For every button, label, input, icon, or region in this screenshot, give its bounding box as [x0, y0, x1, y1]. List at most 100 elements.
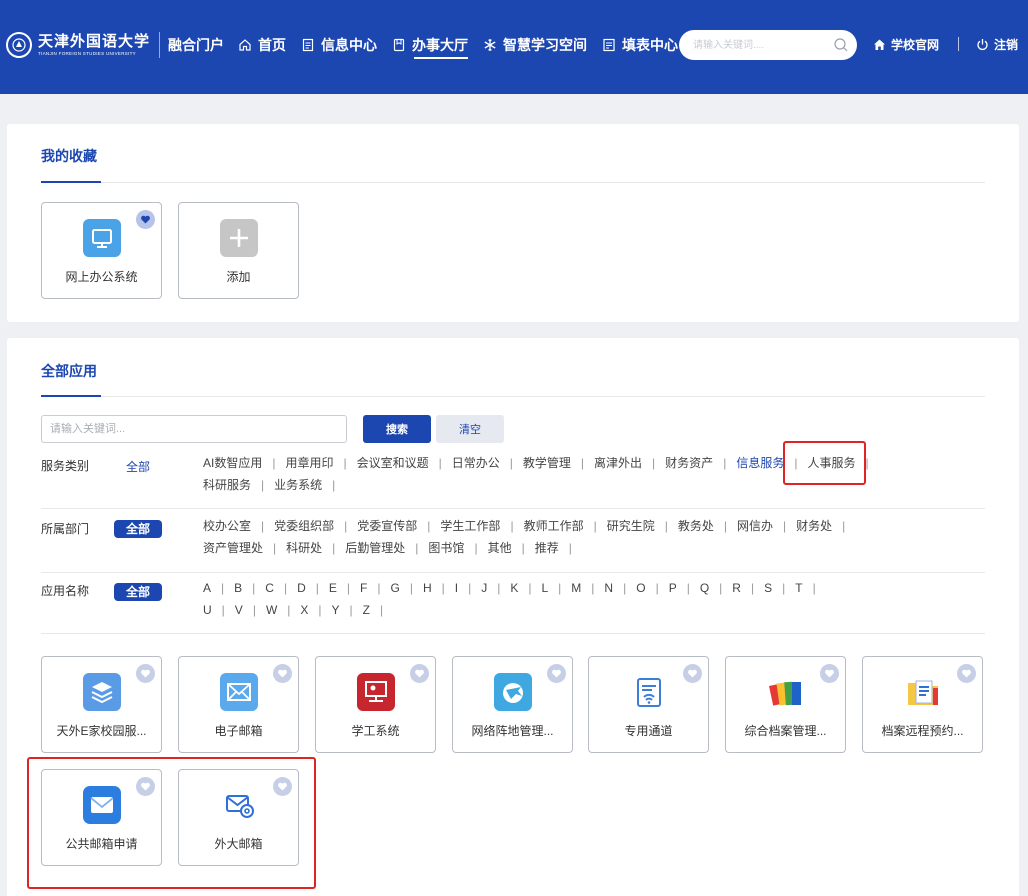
letter-option[interactable]: S	[764, 577, 795, 599]
favorite-heart-icon[interactable]	[410, 664, 429, 683]
app-tile[interactable]: 档案远程预约...	[862, 656, 983, 753]
letter-option[interactable]: J	[481, 577, 510, 599]
app-tile[interactable]: 学工系统	[315, 656, 436, 753]
keyword-search-input[interactable]	[41, 415, 347, 443]
favorite-heart-icon[interactable]	[273, 777, 292, 796]
filter-option[interactable]: 资产管理处	[203, 537, 286, 559]
mail-at-icon	[220, 786, 258, 824]
filter-option[interactable]: 业务系统	[274, 474, 345, 496]
letter-option[interactable]: T	[795, 577, 825, 599]
letter-option[interactable]: B	[234, 577, 265, 599]
letter-option[interactable]: R	[732, 577, 764, 599]
nav-home[interactable]: 首页	[238, 0, 286, 90]
filter-option[interactable]: 学生工作部	[440, 515, 523, 537]
filter-option[interactable]: 离津外出	[594, 452, 665, 474]
letter-option[interactable]: G	[390, 577, 422, 599]
nav-form-center[interactable]: 填表中心	[602, 0, 678, 90]
filter-option[interactable]: 科研服务	[203, 474, 274, 496]
filter-option[interactable]: 研究生院	[607, 515, 678, 537]
filter-option[interactable]: 推荐	[535, 537, 582, 559]
letter-option[interactable]: I	[455, 577, 481, 599]
letter-option[interactable]: A	[203, 577, 234, 599]
house-icon	[874, 39, 885, 50]
letter-option[interactable]: N	[604, 577, 636, 599]
fav-app-online-office[interactable]: 网上办公系统	[41, 202, 162, 299]
clear-button[interactable]: 清空	[436, 415, 504, 443]
letter-option[interactable]: Q	[700, 577, 732, 599]
letter-option[interactable]: C	[265, 577, 297, 599]
header-search-input[interactable]	[693, 37, 823, 53]
header-separator	[958, 37, 959, 51]
letter-option[interactable]: H	[423, 577, 455, 599]
power-icon	[977, 39, 988, 51]
app-tile[interactable]: 网络阵地管理...	[452, 656, 573, 753]
app-tile[interactable]: 专用通道	[588, 656, 709, 753]
filter-option[interactable]: 教学管理	[523, 452, 594, 474]
app-name: 专用通道	[624, 724, 673, 738]
filter-option[interactable]: 教务处	[678, 515, 737, 537]
filter-label-department: 所属部门	[41, 522, 90, 536]
favorite-heart-icon[interactable]	[957, 664, 976, 683]
app-tile[interactable]: 天外E家校园服...	[41, 656, 162, 753]
letter-option[interactable]: L	[541, 577, 571, 599]
nav-smart-learning[interactable]: 智慧学习空间	[483, 0, 587, 90]
filter-all-department[interactable]: 全部	[114, 520, 162, 538]
letter-option[interactable]: D	[297, 577, 329, 599]
filter-all-app-name[interactable]: 全部	[114, 583, 162, 601]
letter-option[interactable]: M	[571, 577, 604, 599]
nav-service-hall[interactable]: 办事大厅	[392, 0, 468, 90]
search-button[interactable]: 搜索	[363, 415, 431, 443]
filter-option[interactable]: 教师工作部	[524, 515, 607, 537]
letter-option[interactable]: K	[510, 577, 541, 599]
filter-option[interactable]: 日常办公	[452, 452, 523, 474]
favorite-heart-icon[interactable]	[136, 664, 155, 683]
filter-option[interactable]: 财务资产	[665, 452, 736, 474]
filter-option[interactable]: AI数智应用	[203, 452, 285, 474]
letter-option[interactable]: O	[636, 577, 668, 599]
filter-all-service-category[interactable]: 全部	[114, 458, 162, 476]
unfavorite-heart-icon[interactable]	[136, 210, 155, 229]
letter-option[interactable]: W	[266, 599, 300, 621]
filter-option[interactable]: 校办公室	[203, 515, 274, 537]
letter-option[interactable]: X	[300, 599, 331, 621]
logo-cn: 天津外国语大学	[38, 31, 151, 50]
favorite-heart-icon[interactable]	[820, 664, 839, 683]
university-logo[interactable]: 天津外国语大学 TIANJIN FOREIGN STUDIES UNIVERSI…	[6, 31, 224, 59]
nav-info-center[interactable]: 信息中心	[301, 0, 377, 90]
letter-option[interactable]: Z	[363, 599, 393, 621]
filter-option[interactable]: 用章用印	[285, 452, 356, 474]
favorite-heart-icon[interactable]	[136, 777, 155, 796]
app-tile[interactable]: 外大邮箱	[178, 769, 299, 866]
favorites-panel: 我的收藏 网上办公系统 添加	[7, 124, 1019, 322]
presentation-icon	[357, 673, 395, 711]
add-favorite-button[interactable]: 添加	[178, 202, 299, 299]
search-icon[interactable]	[833, 37, 849, 53]
filter-option-selected[interactable]: 信息服务	[736, 452, 807, 474]
filter-option[interactable]: 党委宣传部	[357, 515, 440, 537]
letter-option[interactable]: E	[329, 577, 360, 599]
favorite-heart-icon[interactable]	[273, 664, 292, 683]
logout-link[interactable]: 注销	[976, 36, 1018, 53]
letter-option[interactable]: P	[669, 577, 700, 599]
letter-option[interactable]: V	[235, 599, 266, 621]
filter-option[interactable]: 会议室和议题	[357, 452, 452, 474]
app-tile[interactable]: 电子邮箱	[178, 656, 299, 753]
favorite-heart-icon[interactable]	[683, 664, 702, 683]
letter-option[interactable]: U	[203, 599, 235, 621]
app-tile[interactable]: 公共邮箱申请	[41, 769, 162, 866]
favorite-heart-icon[interactable]	[547, 664, 566, 683]
app-tile[interactable]: 综合档案管理...	[725, 656, 846, 753]
filter-option[interactable]: 图书馆	[428, 537, 487, 559]
filter-option[interactable]: 网信办	[737, 515, 796, 537]
filter-option[interactable]: 财务处	[796, 515, 855, 537]
letter-option[interactable]: Y	[332, 599, 363, 621]
letter-option[interactable]: F	[360, 577, 390, 599]
filter-option[interactable]: 后勤管理处	[345, 537, 428, 559]
filter-option[interactable]: 其他	[488, 537, 535, 559]
school-site-link[interactable]: 学校官网	[873, 36, 939, 53]
all-apps-title-underline	[41, 395, 101, 397]
filter-option[interactable]: 党委组织部	[274, 515, 357, 537]
filter-label-app-name: 应用名称	[41, 584, 90, 598]
filter-option[interactable]: 科研处	[286, 537, 345, 559]
filter-option[interactable]: 人事服务	[807, 452, 878, 474]
